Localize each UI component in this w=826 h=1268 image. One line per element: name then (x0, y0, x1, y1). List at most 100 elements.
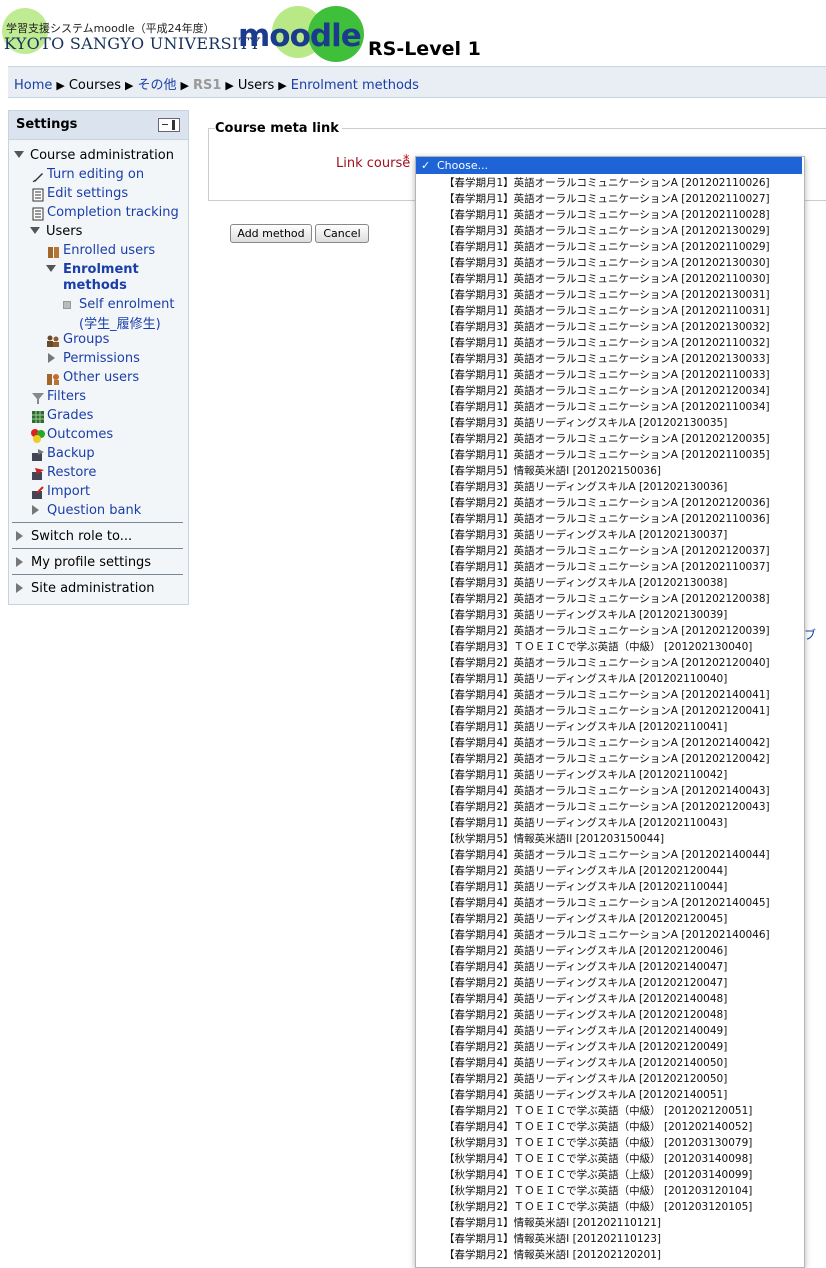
cancel-button[interactable]: Cancel (315, 224, 369, 243)
dropdown-option-selected[interactable]: ✓ Choose... (416, 157, 802, 174)
dropdown-option[interactable]: 【秋学期月5】情報英米語II [201203150044] (444, 831, 664, 847)
dropdown-option[interactable]: 【春学期月3】英語オーラルコミュニケーションA [201202130030] (444, 255, 770, 271)
add-method-button[interactable]: Add method (230, 224, 312, 243)
breadcrumb-other[interactable]: その他 (138, 78, 177, 93)
dropdown-option[interactable]: 【春学期月4】英語リーディングスキルA [201202140048] (444, 991, 727, 1007)
dropdown-option[interactable]: 【春学期月2】英語オーラルコミュニケーションA [201202120040] (444, 655, 770, 671)
dropdown-option[interactable]: 【春学期月4】英語オーラルコミュニケーションA [201202140041] (444, 687, 770, 703)
dropdown-option[interactable]: 【春学期月1】英語オーラルコミュニケーションA [201202110030] (444, 271, 770, 287)
permissions-link[interactable]: Permissions (63, 351, 140, 366)
outcomes-link[interactable]: Outcomes (47, 427, 113, 442)
dropdown-option[interactable]: 【秋学期月2】ＴＯＥＩＣで学ぶ英語（中級） [201203120105] (444, 1199, 752, 1215)
dropdown-option[interactable]: 【春学期月1】情報英米語I [201202110123] (444, 1231, 661, 1247)
dropdown-option[interactable]: 【春学期月2】英語オーラルコミュニケーションA [201202120036] (444, 495, 770, 511)
enrolment-methods-label-line1[interactable]: Enrolment (63, 262, 139, 277)
completion-tracking-link[interactable]: Completion tracking (47, 205, 179, 220)
backup-link[interactable]: Backup (47, 446, 95, 461)
dropdown-option[interactable]: 【春学期月1】英語オーラルコミュニケーションA [201202110029] (444, 239, 770, 255)
grades-link[interactable]: Grades (47, 408, 93, 423)
dropdown-option[interactable]: 【春学期月4】英語オーラルコミュニケーションA [201202140043] (444, 783, 770, 799)
dropdown-option[interactable]: 【春学期月3】英語リーディングスキルA [201202130039] (444, 607, 727, 623)
dropdown-option[interactable]: 【春学期月1】英語オーラルコミュニケーションA [201202110032] (444, 335, 770, 351)
dropdown-option[interactable]: 【秋学期月3】ＴＯＥＩＣで学ぶ英語（中級） [201203130079] (444, 1135, 752, 1151)
dropdown-option[interactable]: 【春学期月1】英語オーラルコミュニケーションA [201202110033] (444, 367, 770, 383)
dropdown-option[interactable]: 【春学期月4】英語オーラルコミュニケーションA [201202140042] (444, 735, 770, 751)
dropdown-option[interactable]: 【春学期月2】ＴＯＥＩＣで学ぶ英語（中級） [201202120051] (444, 1103, 752, 1119)
dropdown-option[interactable]: 【春学期月3】英語オーラルコミュニケーションA [201202130029] (444, 223, 770, 239)
dropdown-option[interactable]: 【春学期月1】英語オーラルコミュニケーションA [201202110037] (444, 559, 770, 575)
dropdown-option[interactable]: 【春学期月1】英語オーラルコミュニケーションA [201202110035] (444, 447, 770, 463)
dropdown-option[interactable]: 【春学期月1】英語オーラルコミュニケーションA [201202110026] (444, 175, 770, 191)
dropdown-option[interactable]: 【春学期月1】英語リーディングスキルA [201202110044] (444, 879, 727, 895)
dropdown-option[interactable]: 【春学期月3】英語リーディングスキルA [201202130037] (444, 527, 727, 543)
dropdown-option[interactable]: 【春学期月1】英語オーラルコミュニケーションA [201202110031] (444, 303, 770, 319)
dropdown-option[interactable]: 【春学期月2】英語オーラルコミュニケーションA [201202120035] (444, 431, 770, 447)
tree-course-administration[interactable]: Course administration (14, 148, 174, 163)
import-link[interactable]: Import (47, 484, 90, 499)
dropdown-option[interactable]: 【春学期月4】英語リーディングスキルA [201202140047] (444, 959, 727, 975)
dropdown-option[interactable]: 【春学期月1】英語オーラルコミュニケーションA [201202110034] (444, 399, 770, 415)
dropdown-option[interactable]: 【春学期月1】英語リーディングスキルA [201202110043] (444, 815, 727, 831)
restore-link[interactable]: Restore (47, 465, 96, 480)
dropdown-option[interactable]: 【春学期月2】英語オーラルコミュニケーションA [201202120037] (444, 543, 770, 559)
edit-settings-link[interactable]: Edit settings (47, 186, 128, 201)
tree-enrolment-methods[interactable] (46, 262, 62, 277)
dropdown-option[interactable]: 【春学期月4】英語リーディングスキルA [201202140049] (444, 1023, 727, 1039)
dropdown-option[interactable]: 【秋学期月4】ＴＯＥＩＣで学ぶ英語（上級） [201203140099] (444, 1167, 752, 1183)
dropdown-option[interactable]: 【春学期月2】英語オーラルコミュニケーションA [201202120038] (444, 591, 770, 607)
dropdown-option[interactable]: 【春学期月3】英語オーラルコミュニケーションA [201202130033] (444, 351, 770, 367)
dropdown-option[interactable]: 【春学期月2】英語オーラルコミュニケーションA [201202120041] (444, 703, 770, 719)
dropdown-option[interactable]: 【春学期月2】英語リーディングスキルA [201202120046] (444, 943, 727, 959)
other-users-link[interactable]: Other users (63, 370, 139, 385)
link-course-dropdown[interactable]: ✓ Choose... 【春学期月1】英語オーラルコミュニケーションA [201… (415, 156, 805, 1268)
partially-hidden-link[interactable]: ブ (804, 626, 816, 643)
self-enrolment-link-line2[interactable]: (学生_履修生) (79, 313, 161, 332)
dropdown-option[interactable]: 【秋学期月2】ＴＯＥＩＣで学ぶ英語（中級） [201203120104] (444, 1183, 752, 1199)
dropdown-option[interactable]: 【春学期月4】英語オーラルコミュニケーションA [201202140046] (444, 927, 770, 943)
dropdown-option[interactable]: 【春学期月3】英語リーディングスキルA [201202130036] (444, 479, 727, 495)
dropdown-option[interactable]: 【春学期月3】英語リーディングスキルA [201202130035] (444, 415, 727, 431)
dropdown-option[interactable]: 【秋学期月4】ＴＯＥＩＣで学ぶ英語（中級） [201203140098] (444, 1151, 752, 1167)
tree-site-administration[interactable]: Site administration (16, 581, 155, 596)
dropdown-option[interactable]: 【春学期月1】情報英米語I [201202110121] (444, 1215, 661, 1231)
dropdown-option[interactable]: 【春学期月4】英語オーラルコミュニケーションA [201202140045] (444, 895, 770, 911)
dropdown-option[interactable]: 【春学期月2】英語リーディングスキルA [201202120048] (444, 1007, 727, 1023)
tree-users[interactable]: Users (30, 224, 82, 239)
dropdown-option[interactable]: 【春学期月2】英語リーディングスキルA [201202120050] (444, 1071, 727, 1087)
dropdown-option[interactable]: 【春学期月2】情報英米語I [201202120201] (444, 1247, 661, 1263)
dropdown-option[interactable]: 【春学期月1】英語リーディングスキルA [201202110042] (444, 767, 727, 783)
dropdown-option[interactable]: 【春学期月3】ＴＯＥＩＣで学ぶ英語（中級） [201202130040] (444, 639, 752, 655)
dropdown-option[interactable]: 【春学期月1】英語リーディングスキルA [201202110041] (444, 719, 727, 735)
breadcrumb-course[interactable]: RS1 (193, 78, 221, 93)
dropdown-option[interactable]: 【春学期月4】ＴＯＥＩＣで学ぶ英語（中級） [201202140052] (444, 1119, 752, 1135)
tree-question-bank[interactable] (32, 503, 47, 518)
breadcrumb-enrolment-methods[interactable]: Enrolment methods (291, 78, 419, 93)
dropdown-option[interactable]: 【春学期月1】英語オーラルコミュニケーションA [201202110027] (444, 191, 770, 207)
enrolment-methods-label-line2[interactable]: methods (63, 278, 127, 293)
dropdown-option[interactable]: 【春学期月1】英語オーラルコミュニケーションA [201202110028] (444, 207, 770, 223)
turn-editing-on-link[interactable]: Turn editing on (47, 167, 144, 182)
dropdown-option[interactable]: 【春学期月4】英語リーディングスキルA [201202140050] (444, 1055, 727, 1071)
enrolled-users-link[interactable]: Enrolled users (63, 243, 155, 258)
dropdown-option[interactable]: 【春学期月2】英語リーディングスキルA [201202120045] (444, 911, 727, 927)
dropdown-option[interactable]: 【春学期月3】英語オーラルコミュニケーションA [201202130032] (444, 319, 770, 335)
dropdown-option[interactable]: 【春学期月2】英語オーラルコミュニケーションA [201202120043] (444, 799, 770, 815)
dropdown-option[interactable]: 【春学期月2】英語リーディングスキルA [201202120044] (444, 863, 727, 879)
tree-my-profile-settings[interactable]: My profile settings (16, 555, 151, 570)
dropdown-option[interactable]: 【春学期月5】情報英米語I [201202150036] (444, 463, 661, 479)
dropdown-option[interactable]: 【春学期月2】英語オーラルコミュニケーションA [201202120042] (444, 751, 770, 767)
dropdown-option[interactable]: 【春学期月2】英語リーディングスキルA [201202120047] (444, 975, 727, 991)
filters-link[interactable]: Filters (47, 389, 86, 404)
dropdown-option[interactable]: 【春学期月2】英語リーディングスキルA [201202120049] (444, 1039, 727, 1055)
dropdown-option[interactable]: 【春学期月1】英語リーディングスキルA [201202110040] (444, 671, 727, 687)
dock-block-icon[interactable] (158, 118, 180, 132)
dropdown-option[interactable]: 【春学期月3】英語オーラルコミュニケーションA [201202130031] (444, 287, 770, 303)
groups-link[interactable]: Groups (63, 332, 109, 347)
tree-permissions[interactable] (48, 351, 63, 366)
dropdown-option[interactable]: 【春学期月2】英語オーラルコミュニケーションA [201202120034] (444, 383, 770, 399)
dropdown-option[interactable]: 【春学期月4】英語リーディングスキルA [201202140051] (444, 1087, 727, 1103)
tree-switch-role[interactable]: Switch role to... (16, 529, 132, 544)
dropdown-option[interactable]: 【春学期月2】英語オーラルコミュニケーションA [201202120039] (444, 623, 770, 639)
breadcrumb-home[interactable]: Home (14, 78, 52, 93)
question-bank-link[interactable]: Question bank (47, 503, 141, 518)
